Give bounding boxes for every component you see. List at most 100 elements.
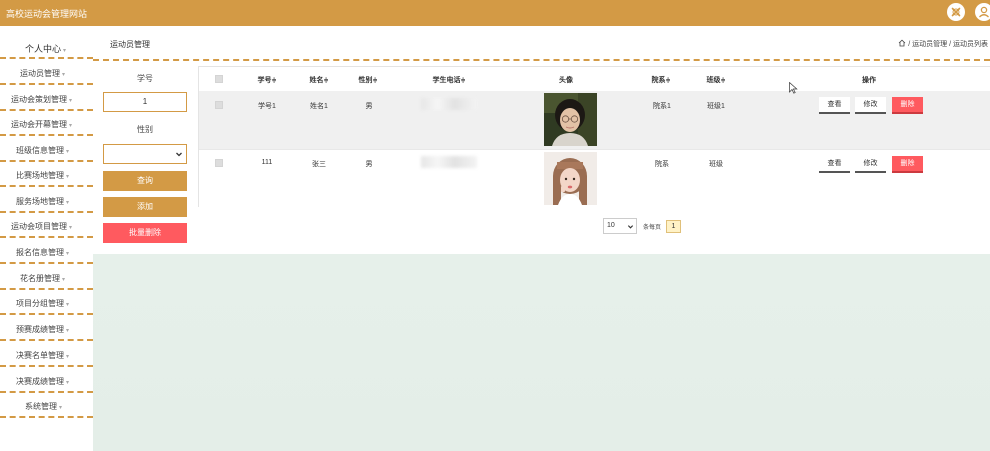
table-row[interactable]: 学号1 姓名1 男 院系1 班级1 查看 修改 删除 [199, 91, 990, 149]
page-number-current[interactable]: 1 [666, 220, 681, 233]
chevron-down-icon: ▾ [66, 380, 70, 386]
chevron-down-icon: ▾ [66, 302, 70, 308]
filter-panel: 学号 1 性别 查询 添加 批量删除 [93, 61, 197, 254]
cell-dept: 院系1 [653, 103, 671, 110]
cell-id: 111 [261, 159, 273, 166]
sidebar-item-final-list[interactable]: 决赛名单管理 ▾ [0, 342, 93, 367]
sidebar-item-venues[interactable]: 比赛场地管理 ▾ [0, 162, 93, 187]
column-header-phone[interactable]: 学生电话≑ [428, 75, 470, 85]
sidebar-item-system[interactable]: 系统管理 ▾ [0, 393, 93, 418]
sidebar-item-label: 服务场地管理 [16, 197, 64, 206]
sidebar-item-athletes[interactable]: 运动员管理 ▾ [0, 60, 93, 85]
row-checkbox[interactable] [215, 159, 223, 167]
page-header: 运动员管理 / 运动员管理 / 运动员列表 [93, 26, 990, 61]
sidebar-item-planning[interactable]: 运动会策划管理 ▾ [0, 86, 93, 111]
sidebar-item-roster[interactable]: 花名册管理 ▾ [0, 265, 93, 290]
add-button[interactable]: 添加 [103, 197, 187, 217]
breadcrumb-path: / 运动员管理 / 运动员列表 [906, 41, 988, 48]
sort-icon: ≑ [271, 78, 277, 84]
sidebar-item-label: 班级信息管理 [16, 146, 64, 155]
edit-button[interactable]: 修改 [855, 156, 886, 173]
sidebar-item-label: 报名信息管理 [16, 248, 64, 257]
page-size-value: 10 [607, 222, 615, 229]
cell-name: 姓名1 [310, 103, 328, 110]
sidebar-item-label: 运动会策划管理 [11, 95, 67, 104]
sidebar-item-events[interactable]: 运动会项目管理 ▾ [0, 213, 93, 238]
sidebar-personal-center[interactable]: 个人中心 ▾ [0, 34, 93, 59]
row-checkbox[interactable] [215, 101, 223, 109]
cell-phone-blurred [421, 156, 477, 168]
sort-icon: ≑ [323, 78, 329, 84]
sidebar-item-final-scores[interactable]: 决赛成绩管理 ▾ [0, 368, 93, 393]
search-button[interactable]: 查询 [103, 171, 187, 191]
chevron-down-icon: ▾ [63, 48, 67, 54]
column-header-id[interactable]: 学号≑ [254, 75, 280, 85]
avatar-photo [544, 152, 597, 205]
chevron-down-icon: ▾ [62, 277, 66, 283]
sidebar-item-label: 运动会项目管理 [11, 222, 67, 231]
cell-name: 张三 [312, 161, 326, 168]
delete-button[interactable]: 删除 [892, 156, 923, 173]
delete-button[interactable]: 删除 [892, 97, 923, 114]
view-button[interactable]: 查看 [819, 97, 850, 114]
chevron-down-icon: ▾ [66, 328, 70, 334]
sort-icon: ≑ [720, 78, 726, 84]
column-header-actions: 操作 [862, 77, 876, 84]
close-x-icon[interactable] [947, 3, 965, 21]
mouse-cursor-icon [789, 82, 798, 94]
sort-icon: ≑ [372, 78, 378, 84]
breadcrumb: / 运动员管理 / 运动员列表 [898, 39, 988, 49]
sidebar-item-service-venues[interactable]: 服务场地管理 ▾ [0, 188, 93, 213]
column-header-class[interactable]: 班级≑ [703, 75, 729, 85]
column-header-gender[interactable]: 性别≑ [355, 75, 381, 85]
user-icon[interactable] [975, 3, 990, 21]
select-all-checkbox[interactable] [215, 75, 223, 83]
chevron-down-icon: ▾ [69, 98, 73, 104]
sidebar-item-registration[interactable]: 报名信息管理 ▾ [0, 239, 93, 264]
sidebar-header-label: 个人中心 [25, 44, 62, 54]
table-row[interactable]: 111 张三 男 院系 班级 查看 修改 删除 [199, 149, 990, 207]
sort-icon: ≑ [460, 78, 466, 84]
sidebar-item-opening[interactable]: 运动会开幕管理 ▾ [0, 111, 93, 136]
chevron-down-icon [627, 225, 634, 229]
edit-button[interactable]: 修改 [855, 97, 886, 114]
view-button[interactable]: 查看 [819, 156, 850, 173]
content-background [93, 254, 990, 451]
gender-filter-label: 性别 [137, 125, 153, 134]
sidebar-item-label: 系统管理 [25, 402, 57, 411]
avatar-photo [544, 93, 597, 146]
column-header-name[interactable]: 姓名≑ [306, 75, 332, 85]
id-filter-label: 学号 [137, 74, 153, 83]
sidebar-item-label: 决赛成绩管理 [16, 377, 64, 386]
chevron-down-icon: ▾ [66, 354, 70, 360]
sidebar-item-class-info[interactable]: 班级信息管理 ▾ [0, 137, 93, 162]
top-bar: 高校运动会管理网站 [0, 0, 990, 26]
sidebar-item-grouping[interactable]: 项目分组管理 ▾ [0, 290, 93, 315]
cell-class: 班级 [709, 161, 723, 168]
column-header-dept[interactable]: 院系≑ [648, 75, 674, 85]
sidebar-item-label: 花名册管理 [20, 274, 60, 283]
batch-delete-button[interactable]: 批量删除 [103, 223, 187, 243]
sidebar-item-label: 运动会开幕管理 [11, 120, 67, 129]
cell-gender: 男 [365, 161, 373, 168]
cell-class: 班级1 [707, 103, 725, 110]
chevron-down-icon: ▾ [69, 123, 73, 129]
cell-phone-blurred [421, 98, 477, 110]
sidebar-item-prelim-scores[interactable]: 预赛成绩管理 ▾ [0, 316, 93, 341]
chevron-down-icon: ▾ [62, 72, 66, 78]
cell-gender: 男 [365, 103, 373, 110]
sidebar-item-label: 项目分组管理 [16, 299, 64, 308]
column-header-avatar: 头像 [559, 77, 573, 84]
chevron-down-icon: ▾ [59, 405, 63, 411]
sidebar-item-label: 预赛成绩管理 [16, 325, 64, 334]
chevron-down-icon: ▾ [69, 225, 73, 231]
athlete-table: 学号≑ 姓名≑ 性别≑ 学生电话≑ 头像 院系≑ 班级≑ 操作 学号1 姓名1 … [198, 66, 990, 207]
sort-icon: ≑ [665, 78, 671, 84]
chevron-down-icon: ▾ [66, 174, 70, 180]
gender-filter-select[interactable] [103, 144, 187, 164]
sidebar-item-label: 运动员管理 [20, 69, 60, 78]
chevron-down-icon [176, 152, 182, 157]
chevron-down-icon: ▾ [66, 149, 70, 155]
page-size-select[interactable]: 10 [603, 218, 637, 234]
id-filter-input[interactable]: 1 [103, 92, 187, 112]
